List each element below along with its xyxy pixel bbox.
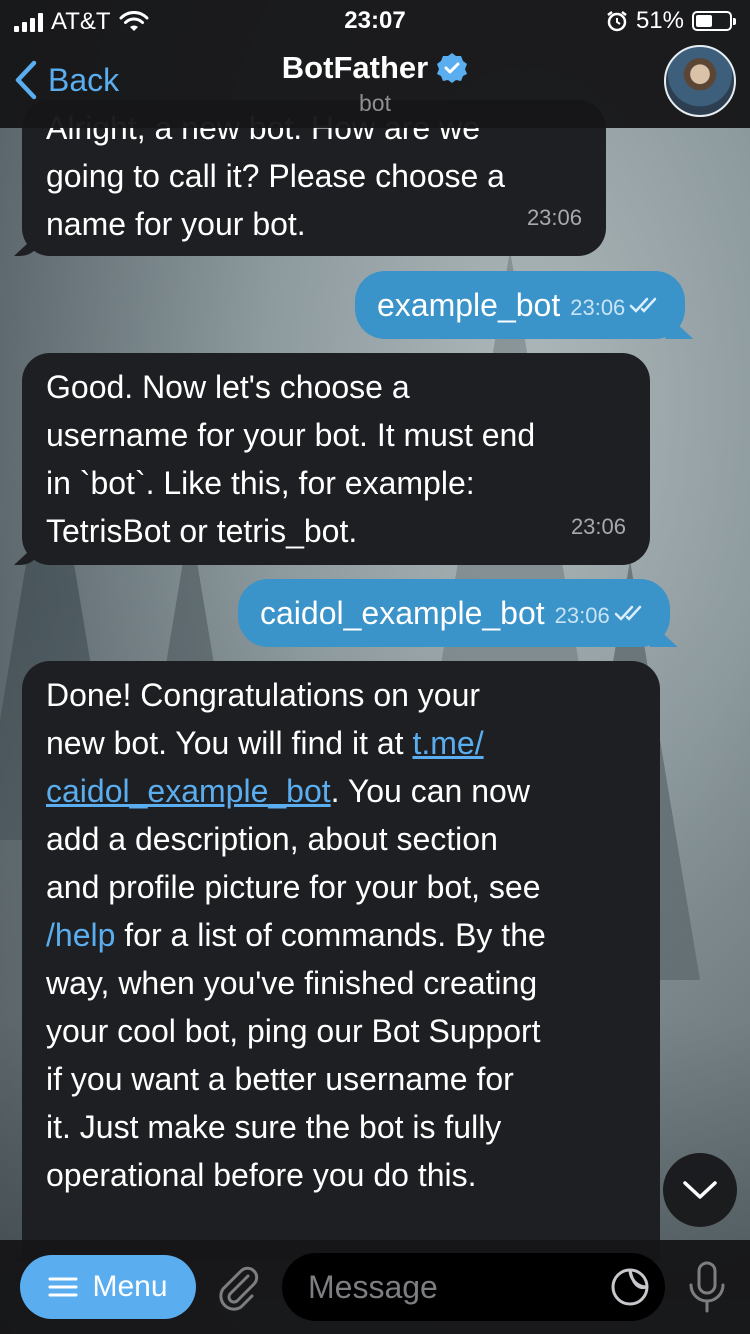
alarm-icon xyxy=(607,11,627,32)
message-outgoing[interactable]: caidol_example_bot 23:06 xyxy=(238,579,670,647)
message-time: 23:06 xyxy=(570,514,626,539)
battery-fill xyxy=(696,15,713,27)
message-time: 23:06 xyxy=(554,603,610,628)
status-bar: AT&T 23:07 51% xyxy=(0,0,750,40)
menu-button[interactable]: Menu xyxy=(20,1255,196,1319)
message-text: caidol_example_bot xyxy=(260,595,545,631)
menu-label: Menu xyxy=(92,1270,168,1303)
chat-header[interactable]: BotFather bot xyxy=(0,50,750,117)
help-command-link[interactable]: /help xyxy=(46,917,115,953)
message-time: 23:06 xyxy=(570,295,626,320)
message-incoming[interactable]: Done! Congratulations on your new bot. Y… xyxy=(22,661,660,1261)
menu-icon xyxy=(48,1277,78,1297)
microphone-icon[interactable] xyxy=(685,1260,729,1316)
sticker-icon[interactable] xyxy=(610,1267,650,1307)
bottom-bar: Menu xyxy=(0,1240,750,1334)
verified-badge-icon xyxy=(437,53,468,83)
chat-title: BotFather xyxy=(281,50,429,85)
bot-link[interactable]: caidol_example_bot xyxy=(46,773,331,809)
chevron-down-icon xyxy=(683,1181,717,1199)
battery-percent: 51% xyxy=(635,7,684,34)
avatar[interactable] xyxy=(664,45,736,117)
top-bar: AT&T 23:07 51% Back BotFather bot xyxy=(0,0,750,128)
scroll-down-button[interactable] xyxy=(663,1153,737,1227)
paperclip-icon[interactable] xyxy=(214,1262,260,1312)
message-input[interactable] xyxy=(282,1253,665,1321)
message-text: Done! Congratulations on your new bot. Y… xyxy=(46,677,546,1193)
double-check-icon xyxy=(630,297,657,313)
battery-icon xyxy=(692,11,736,31)
message-incoming[interactable]: Good. Now let's choose a username for yo… xyxy=(22,353,650,565)
bot-link[interactable]: t.me/ xyxy=(412,725,483,761)
message-outgoing[interactable]: example_bot 23:06 xyxy=(355,271,686,339)
message-time: 23:06 xyxy=(526,205,582,230)
message-text: Good. Now let's choose a username for yo… xyxy=(46,369,536,549)
chat-subtitle: bot xyxy=(359,90,391,116)
double-check-icon xyxy=(614,605,641,621)
message-text: example_bot xyxy=(377,287,561,323)
